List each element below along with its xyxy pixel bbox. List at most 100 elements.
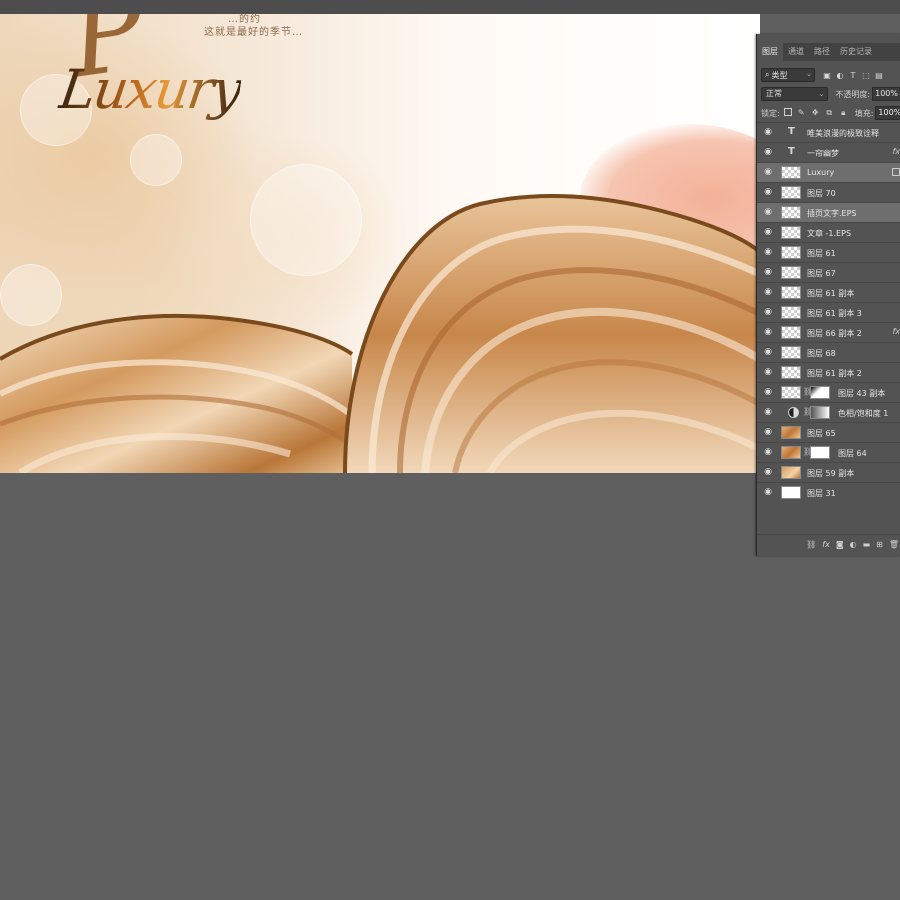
lock-row: 锁定: ✎ ✥ ⧉ 🔒︎ 填充: 100% <box>761 105 900 121</box>
layer-name: 图层 31 <box>807 489 836 498</box>
layer-thumbnail <box>781 446 801 459</box>
opacity-label: 不透明度: <box>835 89 871 99</box>
type-filter-icon[interactable]: T <box>849 71 857 80</box>
eye-icon[interactable]: ◉ <box>762 408 774 417</box>
eye-icon[interactable]: ◉ <box>762 148 774 157</box>
layer-name: 图层 70 <box>807 189 836 198</box>
eye-icon[interactable]: ◉ <box>762 308 774 317</box>
layer-thumbnail <box>781 286 801 299</box>
adjustment-filter-icon[interactable]: ◐ <box>836 71 844 80</box>
lock-artboard-icon[interactable]: ⧉ <box>825 108 834 118</box>
layer-row[interactable]: ◉ 图层 31 <box>757 482 900 502</box>
layer-row[interactable]: ◉ 插页文字.EPS <box>757 202 900 222</box>
filter-row: ⌕ 类型 ⌄ ▣ ◐ T ⬚ ▤ <box>761 67 900 83</box>
smart-object-filter-icon[interactable]: ▤ <box>875 71 883 80</box>
layer-name: 图层 59 副本 <box>807 469 855 478</box>
layer-mask-thumbnail[interactable] <box>810 386 830 399</box>
layer-name: 图层 65 <box>807 429 836 438</box>
tab-layers[interactable]: 图层 <box>757 43 783 61</box>
lock-transparent-icon[interactable] <box>783 108 792 116</box>
eye-icon[interactable]: ◉ <box>762 268 774 277</box>
layer-name: 一帘幽梦 <box>807 149 839 158</box>
text-layer-icon: T <box>788 126 795 137</box>
link-icon[interactable]: ⛓ <box>806 540 816 549</box>
layer-row[interactable]: ◉ ⛓ 色相/饱和度 1 <box>757 402 900 422</box>
eye-icon[interactable]: ◉ <box>762 188 774 197</box>
layer-name: 图层 61 <box>807 249 836 258</box>
tab-channels[interactable]: 通道 <box>783 43 809 61</box>
layer-row[interactable]: ◉ 图层 70 <box>757 182 900 202</box>
layer-thumbnail <box>781 486 801 499</box>
blend-row: 正常 ⌄ 不透明度: 100% <box>761 86 900 102</box>
document-tab-bar <box>0 0 900 14</box>
layer-row[interactable]: ◉ 图层 65 <box>757 422 900 442</box>
kind-filter-select[interactable]: ⌕ 类型 ⌄ <box>761 68 815 82</box>
eye-icon[interactable]: ◉ <box>762 368 774 377</box>
shape-filter-icon[interactable]: ⬚ <box>862 71 870 80</box>
layer-name: 图层 43 副本 <box>838 389 886 398</box>
adjustment-icon[interactable]: ◐ <box>850 540 857 549</box>
layer-row[interactable]: ◉ 图层 59 副本 <box>757 462 900 482</box>
layer-row[interactable]: ◉ 图层 61 副本 2 <box>757 362 900 382</box>
layer-row[interactable]: ◉ ⛓ 图层 64 <box>757 442 900 462</box>
mask-icon[interactable]: ◙ <box>836 540 844 549</box>
eye-icon[interactable]: ◉ <box>762 448 774 457</box>
pixel-filter-icon[interactable]: ▣ <box>823 71 831 80</box>
layer-row[interactable]: ◉ 图层 68 <box>757 342 900 362</box>
fill-field[interactable]: 100% <box>875 106 900 120</box>
layer-row[interactable]: ◉ 图层 61 副本 <box>757 282 900 302</box>
layer-row[interactable]: ◉ 图层 61 副本 3 <box>757 302 900 322</box>
layer-row[interactable]: ◉ T 唯美浪漫的极致诠释 <box>757 122 900 142</box>
layer-row[interactable]: ◉ T 一帘幽梦 fx <box>757 142 900 162</box>
layers-panel: 图层 通道 路径 历史记录 ⌕ 类型 ⌄ ▣ ◐ T ⬚ ▤ 正常 ⌄ 不透明度… <box>756 34 900 556</box>
layer-row[interactable]: ◉ Luxury <box>757 162 900 182</box>
lock-all-icon[interactable]: 🔒︎ <box>839 108 848 118</box>
layer-row[interactable]: ◉ 图层 61 <box>757 242 900 262</box>
layer-mask-thumbnail[interactable] <box>810 446 830 459</box>
opacity-field[interactable]: 100% <box>872 87 900 101</box>
eye-icon[interactable]: ◉ <box>762 228 774 237</box>
eye-icon[interactable]: ◉ <box>762 168 774 177</box>
tab-paths[interactable]: 路径 <box>809 43 835 61</box>
adjustment-layer-icon <box>788 407 799 418</box>
new-layer-icon[interactable]: ⊞ <box>876 540 883 549</box>
text-layer-icon: T <box>788 146 795 157</box>
folder-icon[interactable]: ▬ <box>863 540 871 549</box>
layer-row[interactable]: ◉ 图层 67 <box>757 262 900 282</box>
eye-icon[interactable]: ◉ <box>762 208 774 217</box>
eye-icon[interactable]: ◉ <box>762 468 774 477</box>
layer-thumbnail <box>781 426 801 439</box>
layer-thumbnail <box>781 306 801 319</box>
eye-icon[interactable]: ◉ <box>762 388 774 397</box>
fx-icon[interactable]: fx <box>822 540 830 549</box>
layer-list: ◉ T 唯美浪漫的极致诠释 ◉ T 一帘幽梦 fx ◉ Luxury ◉ 图层 … <box>757 122 900 502</box>
lock-icons: ✎ ✥ ⧉ 🔒︎ <box>783 108 848 118</box>
eye-icon[interactable]: ◉ <box>762 128 774 137</box>
eye-icon[interactable]: ◉ <box>762 488 774 497</box>
document-canvas[interactable]: …的约 这就是最好的季节… P Luxury <box>0 14 760 473</box>
layer-name: 唯美浪漫的极致诠释 <box>807 129 879 138</box>
fx-icon[interactable]: fx <box>892 147 900 156</box>
blend-mode-select[interactable]: 正常 ⌄ <box>761 87 829 101</box>
layer-row[interactable]: ◉ 图层 66 副本 2 fx <box>757 322 900 342</box>
lock-label: 锁定: <box>761 108 780 118</box>
eye-icon[interactable]: ◉ <box>762 328 774 337</box>
trash-icon[interactable]: 🗑︎ <box>889 540 899 549</box>
chevron-down-icon: ⌄ <box>818 90 825 98</box>
panel-tabs: 图层 通道 路径 历史记录 <box>757 43 900 61</box>
fx-icon[interactable]: fx <box>892 327 900 336</box>
layer-mask-thumbnail[interactable] <box>810 406 830 419</box>
lock-paint-icon[interactable]: ✎ <box>797 108 806 118</box>
eye-icon[interactable]: ◉ <box>762 428 774 437</box>
layer-thumbnail <box>781 246 801 259</box>
lock-move-icon[interactable]: ✥ <box>811 108 820 118</box>
eye-icon[interactable]: ◉ <box>762 348 774 357</box>
layer-row[interactable]: ◉ 文章 -1.EPS <box>757 222 900 242</box>
tab-history[interactable]: 历史记录 <box>835 43 877 61</box>
layer-row[interactable]: ◉ ⛓ 图层 43 副本 <box>757 382 900 402</box>
layer-name: Luxury <box>807 168 835 177</box>
eye-icon[interactable]: ◉ <box>762 248 774 257</box>
eye-icon[interactable]: ◉ <box>762 288 774 297</box>
layer-name: 图层 66 副本 2 <box>807 329 862 338</box>
kind-filter-label: 类型 <box>771 70 788 80</box>
